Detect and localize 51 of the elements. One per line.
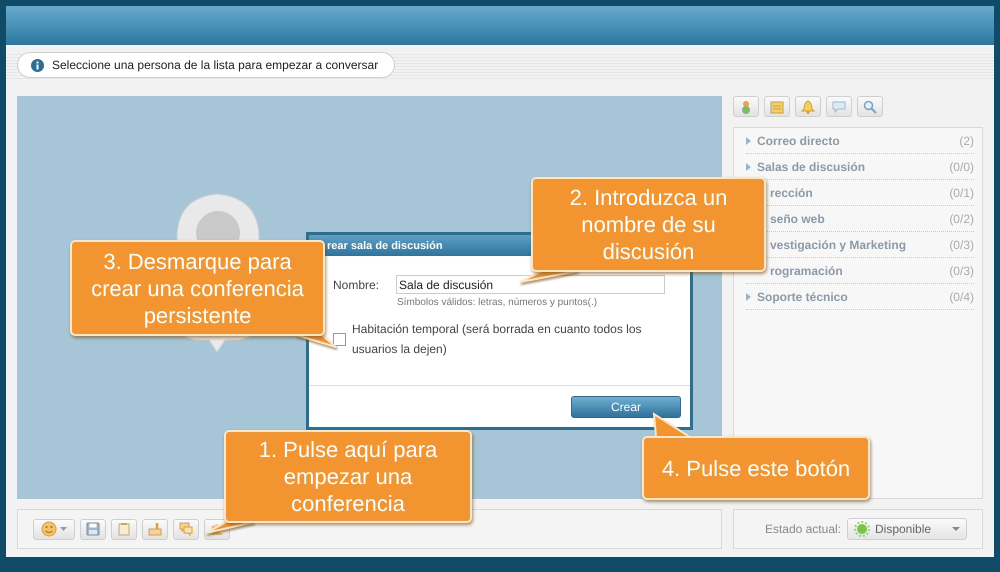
status-value: Disponible <box>875 522 932 536</box>
corner-arrow-button[interactable] <box>142 518 168 540</box>
smiley-icon <box>41 521 57 537</box>
callout-tooltip: 3. Desmarque para crear una conferencia persistente <box>70 240 325 336</box>
group-count: (2) <box>959 134 974 148</box>
name-label: Nombre: <box>333 278 380 292</box>
person-button[interactable] <box>733 96 759 117</box>
group-count: (0/1) <box>949 186 974 200</box>
group-count: (0/3) <box>949 238 974 252</box>
group-count: (0/0) <box>949 160 974 174</box>
folder-button[interactable] <box>764 96 790 117</box>
caret-icon <box>60 527 67 531</box>
checkbox[interactable] <box>333 332 346 346</box>
callout-tooltip: 1. Pulse aquí para empezar una conferencia <box>224 430 472 523</box>
info-icon <box>31 58 44 72</box>
chat-bubble-button[interactable] <box>826 96 852 117</box>
chat-bubbles-button[interactable] <box>173 518 199 540</box>
status-label: Estado actual: <box>764 522 841 536</box>
search-button[interactable] <box>857 96 883 117</box>
caret-icon <box>952 527 960 531</box>
group-count: (0/4) <box>949 290 974 304</box>
group-name[interactable]: rogramación <box>770 264 950 278</box>
group-name[interactable]: Soporte técnico <box>751 290 950 304</box>
bell-button[interactable] <box>795 96 821 117</box>
info-message: Seleccione una persona de la lista para empezar a conversar <box>52 58 378 72</box>
floppy-disk-button[interactable] <box>80 518 106 540</box>
folder-icon <box>770 100 784 114</box>
chat-bubbles-icon <box>179 522 193 536</box>
chat-bubble-icon <box>832 100 846 114</box>
status-dropdown[interactable]: Disponible <box>847 518 967 540</box>
notepad-button[interactable] <box>111 518 137 540</box>
expand-icon[interactable] <box>746 292 751 300</box>
emoticon-button[interactable] <box>33 518 75 540</box>
expand-icon[interactable] <box>746 136 751 144</box>
status-icon <box>854 521 870 537</box>
group-name[interactable]: seño web <box>770 212 950 226</box>
group-name[interactable]: rección <box>770 186 950 200</box>
expand-icon[interactable] <box>746 162 751 170</box>
search-icon <box>863 100 877 114</box>
field-hint: Símbolos válidos: letras, números y puntos(.) <box>397 297 598 308</box>
checkbox-label: Habitación temporal (será borrada en cuanto todos los usuarios la dejen) <box>352 321 642 358</box>
create-button[interactable]: Crear <box>571 396 681 418</box>
group-count: (0/2) <box>949 212 974 226</box>
group-name[interactable]: Salas de discusión <box>751 160 950 174</box>
group-name[interactable]: vestigación y Marketing <box>770 238 950 252</box>
notepad-icon <box>117 522 131 536</box>
bell-icon <box>801 100 815 114</box>
person-icon <box>739 100 753 114</box>
group-name[interactable]: Correo directo <box>751 134 960 148</box>
group-count: (0/3) <box>949 264 974 278</box>
name-field[interactable]: Sala de discusión <box>396 275 666 294</box>
